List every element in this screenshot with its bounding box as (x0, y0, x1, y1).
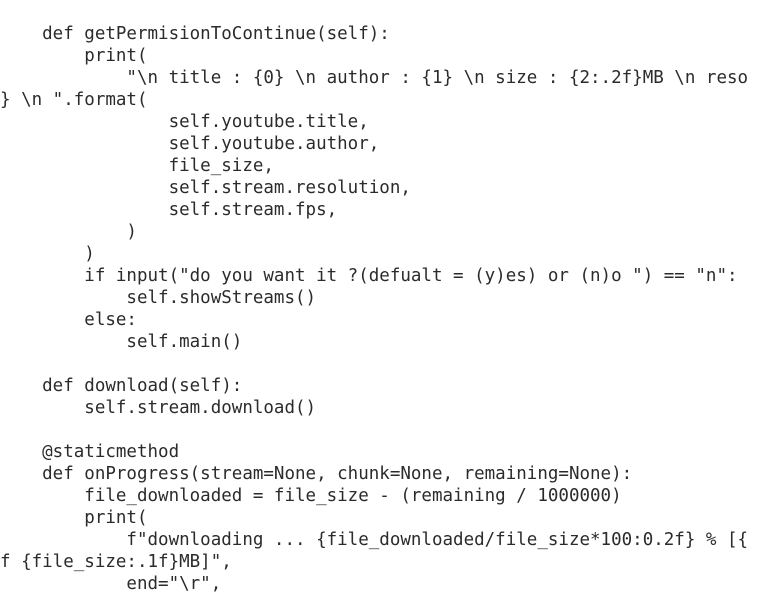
code-line: if input("do you want it ?(defualt = (y)… (0, 266, 738, 286)
code-line: self.stream.resolution, (0, 178, 411, 198)
code-line: ) (0, 222, 137, 242)
code-line: else: (0, 310, 137, 330)
code-line: self.youtube.title, (0, 112, 369, 132)
code-line: self.stream.fps, (0, 200, 338, 220)
code-line: @staticmethod (0, 442, 180, 462)
code-line: } \n ".format( (0, 90, 148, 110)
code-editor[interactable]: def getPermisionToContinue(self): print(… (0, 0, 782, 597)
code-line: file_size, (0, 156, 274, 176)
code-line: f {file_size:.1f}MB]", (0, 552, 232, 572)
code-line: ) (0, 244, 95, 264)
code-line: self.main() (0, 332, 243, 352)
code-line: print( (0, 46, 148, 66)
code-line: "\n title : {0} \n author : {1} \n size … (0, 68, 749, 88)
code-line: file_downloaded = file_size - (remaining… (0, 486, 622, 506)
code-line: end="\r", (0, 574, 222, 594)
code-line: self.stream.download() (0, 398, 317, 418)
code-line: f"downloading ... {file_downloaded/file_… (0, 530, 749, 550)
code-line: print( (0, 508, 148, 528)
code-line: self.showStreams() (0, 288, 317, 308)
code-line: def download(self): (0, 376, 243, 396)
code-line: def getPermisionToContinue(self): (0, 24, 390, 44)
code-line: self.youtube.author, (0, 134, 380, 154)
code-line: def onProgress(stream=None, chunk=None, … (0, 464, 633, 484)
